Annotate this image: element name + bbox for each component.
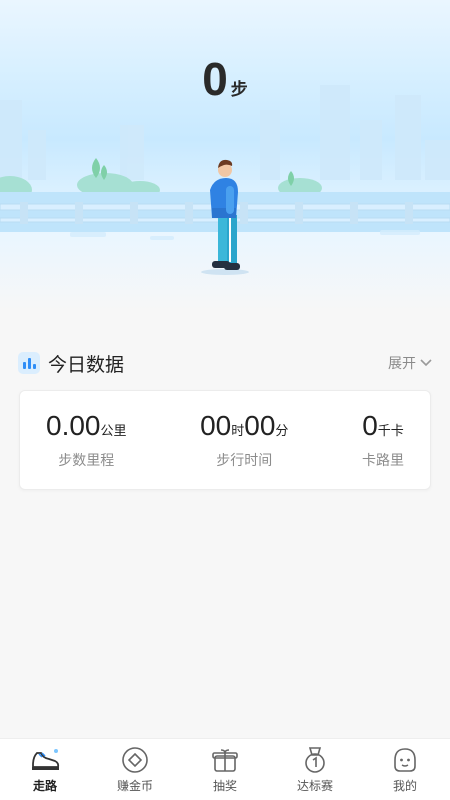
nav-item-walk[interactable]: 走路 <box>10 745 80 794</box>
calories-value: 0 <box>362 410 378 441</box>
walk-time-label: 步行时间 <box>216 453 273 469</box>
hero-illustration: 0步 <box>0 0 450 310</box>
app-screen: 0步 今日数据 展开 0.00 公里 步数里程 00 时 00 分 步行时间 0… <box>0 0 450 800</box>
nav-item-me[interactable]: 我的 <box>370 745 440 794</box>
step-count-unit: 步 <box>230 80 248 100</box>
bottom-nav: 走路 赚金币 抽奖 达标赛 我的 <box>0 738 450 800</box>
nav-label-challenge: 达标赛 <box>296 779 333 793</box>
nav-item-lottery[interactable]: 抽奖 <box>190 745 260 794</box>
nav-label-lottery: 抽奖 <box>212 779 237 793</box>
face-icon <box>389 745 421 775</box>
medal-icon <box>299 745 331 775</box>
step-counter: 0步 <box>0 52 450 106</box>
nav-label-walk: 走路 <box>32 779 57 793</box>
today-data-title: 今日数据 <box>48 353 125 376</box>
calories-stat: 0 千卡 卡路里 <box>362 410 404 470</box>
bar-chart-icon <box>18 352 40 374</box>
walk-time-stat: 00 时 00 分 步行时间 <box>200 410 288 470</box>
walk-minutes-unit: 分 <box>275 424 289 439</box>
calories-unit: 千卡 <box>377 424 404 439</box>
walk-hours-unit: 时 <box>231 424 245 439</box>
walk-hours-value: 00 <box>200 410 232 441</box>
coin-icon <box>119 745 151 775</box>
nav-label-me: 我的 <box>392 779 417 793</box>
distance-value: 0.00 <box>46 410 101 441</box>
expand-label: 展开 <box>388 356 416 372</box>
sneaker-icon <box>29 745 61 775</box>
park-scene <box>0 85 450 275</box>
today-data-header: 今日数据 展开 <box>18 348 432 378</box>
distance-label: 步数里程 <box>58 453 115 469</box>
gift-box-icon <box>209 745 241 775</box>
expand-button[interactable]: 展开 <box>388 353 432 373</box>
calories-label: 卡路里 <box>361 453 404 469</box>
chevron-down-icon <box>420 359 432 367</box>
nav-item-earn-coins[interactable]: 赚金币 <box>100 745 170 794</box>
distance-stat: 0.00 公里 步数里程 <box>46 410 127 470</box>
distance-unit: 公里 <box>100 424 127 439</box>
nav-label-earn-coins: 赚金币 <box>116 779 153 793</box>
today-stats-card: 0.00 公里 步数里程 00 时 00 分 步行时间 0 千卡 卡路里 <box>19 390 431 490</box>
step-count-value: 0 <box>202 53 229 105</box>
walk-minutes-value: 00 <box>244 410 276 441</box>
nav-item-challenge[interactable]: 达标赛 <box>280 745 350 794</box>
